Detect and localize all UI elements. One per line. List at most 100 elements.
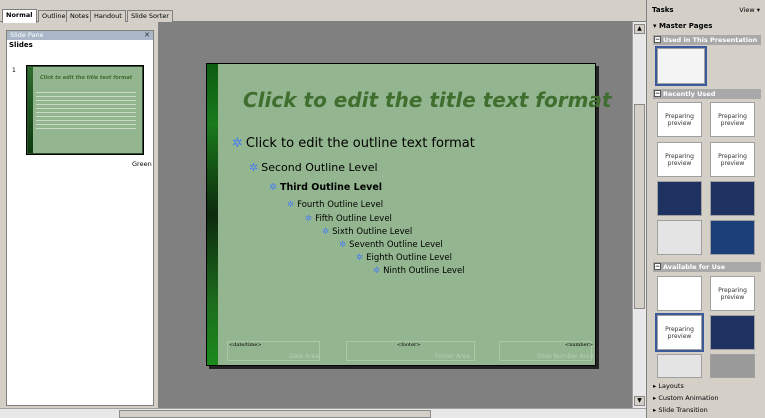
thumbnail-title: Click to edit the title text format bbox=[40, 75, 133, 81]
outline-level-text: Click to edit the outline text format bbox=[245, 136, 475, 151]
slide-thumbnail[interactable]: Click to edit the title text format bbox=[26, 65, 144, 155]
tab-notes[interactable]: Notes bbox=[66, 10, 93, 22]
master-preview-card[interactable]: Preparing preview bbox=[655, 313, 704, 352]
tab-normal[interactable]: Normal bbox=[2, 9, 37, 23]
master-preview-card[interactable] bbox=[657, 220, 702, 255]
master-preview-card[interactable] bbox=[657, 276, 702, 311]
bullet-star-icon: ✲ bbox=[232, 136, 243, 151]
outline-level-5[interactable]: ✲ Fifth Outline Level bbox=[305, 214, 392, 224]
outline-level-text: Eighth Outline Level bbox=[366, 253, 452, 263]
scroll-down-icon[interactable]: ▼ bbox=[634, 396, 645, 406]
outline-level-text: Third Outline Level bbox=[279, 182, 383, 193]
master-pages-section[interactable]: ▾ Master Pages bbox=[653, 22, 712, 30]
outline-level-text: Seventh Outline Level bbox=[349, 240, 443, 250]
custom-animation-section[interactable]: ▸ Custom Animation bbox=[653, 394, 718, 402]
collapse-icon: − bbox=[654, 36, 661, 43]
layouts-section[interactable]: ▸ Layouts bbox=[653, 382, 684, 390]
outline-level-6[interactable]: ✲ Sixth Outline Level bbox=[322, 227, 412, 237]
view-menu[interactable]: View ▾ bbox=[739, 6, 760, 14]
master-preview-card[interactable] bbox=[710, 181, 755, 216]
vertical-scroll-thumb[interactable] bbox=[634, 104, 645, 309]
outline-level-4[interactable]: ✲ Fourth Outline Level bbox=[287, 200, 383, 210]
master-preview-card[interactable]: Preparing preview bbox=[657, 102, 702, 137]
outline-level-text: Fourth Outline Level bbox=[297, 200, 384, 210]
bullet-star-icon: ✲ bbox=[373, 266, 381, 276]
number-field: <number> bbox=[565, 342, 594, 348]
triangle-right-icon: ▸ bbox=[653, 406, 657, 414]
custom-animation-label: Custom Animation bbox=[658, 394, 719, 402]
master-preview-card[interactable]: Preparing preview bbox=[710, 102, 755, 137]
preview-text: Preparing preview bbox=[665, 152, 694, 167]
bullet-star-icon: ✲ bbox=[322, 227, 330, 237]
master-preview-card[interactable]: Preparing preview bbox=[657, 142, 702, 177]
master-preview-card[interactable] bbox=[710, 220, 755, 255]
triangle-down-icon: ▾ bbox=[653, 22, 657, 30]
outline-level-text: Fifth Outline Level bbox=[315, 214, 392, 224]
preview-text: Preparing preview bbox=[718, 112, 747, 127]
slide-title-placeholder[interactable]: Click to edit the title text format bbox=[243, 88, 611, 112]
footer-area-hint: Footer Area bbox=[435, 353, 470, 360]
collapse-icon: − bbox=[654, 90, 661, 97]
horizontal-scrollbar[interactable] bbox=[0, 408, 646, 418]
used-in-presentation-header[interactable]: − Used in This Presentation bbox=[653, 35, 761, 45]
outline-level-2[interactable]: ✲ Second Outline Level bbox=[249, 161, 378, 174]
chevron-down-icon: ▾ bbox=[756, 6, 760, 14]
slide-pane: Slide Pane ✕ Slides 1 Click to edit the … bbox=[6, 30, 154, 406]
tab-slide-sorter[interactable]: Slide Sorter bbox=[127, 10, 173, 22]
preview-text: Preparing preview bbox=[718, 286, 747, 301]
slide-transition-section[interactable]: ▸ Slide Transition bbox=[653, 406, 708, 414]
date-time-field: <date/time> bbox=[229, 342, 262, 348]
master-preview-card[interactable] bbox=[710, 315, 755, 350]
recently-used-header[interactable]: − Recently Used bbox=[653, 89, 761, 99]
master-slide[interactable]: Click to edit the title text format ✲ Cli… bbox=[206, 63, 611, 366]
preview-text: Preparing preview bbox=[665, 325, 694, 340]
outline-level-text: Sixth Outline Level bbox=[332, 227, 413, 237]
slide-pane-title: Slide Pane bbox=[10, 31, 44, 39]
master-preview-current[interactable] bbox=[655, 46, 707, 86]
bullet-star-icon: ✲ bbox=[356, 253, 364, 263]
tab-outline[interactable]: Outline bbox=[38, 10, 70, 22]
master-preview-card[interactable] bbox=[657, 354, 702, 378]
collapse-icon: − bbox=[654, 263, 661, 270]
master-preview-card[interactable]: Preparing preview bbox=[710, 276, 755, 311]
preview-text: Preparing preview bbox=[665, 112, 694, 127]
view-tab-bar: Normal Outline Notes Handout Slide Sorte… bbox=[0, 0, 646, 23]
view-menu-label: View bbox=[739, 6, 755, 14]
master-preview-card[interactable] bbox=[657, 181, 702, 216]
outline-level-1[interactable]: ✲ Click to edit the outline text format bbox=[232, 136, 475, 151]
outline-level-8[interactable]: ✲ Eighth Outline Level bbox=[356, 253, 452, 263]
slides-heading: Slides bbox=[9, 41, 33, 49]
slide-master-label: Green bbox=[132, 160, 152, 168]
preview-text: Preparing preview bbox=[718, 152, 747, 167]
outline-level-7[interactable]: ✲ Seventh Outline Level bbox=[339, 240, 443, 250]
number-area-hint: Slide Number Area bbox=[537, 353, 594, 360]
horizontal-scroll-thumb[interactable] bbox=[119, 410, 431, 418]
outline-level-text: Second Outline Level bbox=[261, 161, 378, 174]
footer-field: <footer> bbox=[397, 342, 421, 348]
slide-pane-titlebar: Slide Pane bbox=[7, 31, 153, 40]
triangle-right-icon: ▸ bbox=[653, 382, 657, 390]
bullet-star-icon: ✲ bbox=[287, 200, 295, 210]
slide-transition-label: Slide Transition bbox=[658, 406, 708, 414]
group-label: Available for Use bbox=[663, 263, 726, 271]
available-for-use-header[interactable]: − Available for Use bbox=[653, 262, 761, 272]
date-area-hint: Date Area bbox=[289, 353, 320, 360]
outline-level-3[interactable]: ✲ Third Outline Level bbox=[269, 182, 382, 193]
bullet-star-icon: ✲ bbox=[339, 240, 347, 250]
master-preview-card[interactable]: Preparing preview bbox=[710, 142, 755, 177]
scroll-up-icon[interactable]: ▲ bbox=[634, 24, 645, 34]
outline-level-9[interactable]: ✲ Ninth Outline Level bbox=[373, 266, 465, 276]
bullet-star-icon: ✲ bbox=[269, 182, 277, 193]
slide-number: 1 bbox=[12, 67, 16, 74]
outline-level-text: Ninth Outline Level bbox=[383, 266, 465, 276]
thumbnail-band bbox=[28, 67, 33, 153]
close-icon[interactable]: ✕ bbox=[144, 31, 150, 40]
layouts-label: Layouts bbox=[658, 382, 684, 390]
master-preview-card[interactable] bbox=[710, 354, 755, 378]
vertical-scrollbar[interactable]: ▲ ▼ bbox=[632, 22, 646, 408]
group-label: Recently Used bbox=[663, 90, 716, 98]
triangle-right-icon: ▸ bbox=[653, 394, 657, 402]
tasks-panel: Tasks View ▾ ▾ Master Pages − Used in Thi… bbox=[646, 0, 765, 418]
bullet-star-icon: ✲ bbox=[305, 214, 313, 224]
tab-handout[interactable]: Handout bbox=[90, 10, 126, 22]
